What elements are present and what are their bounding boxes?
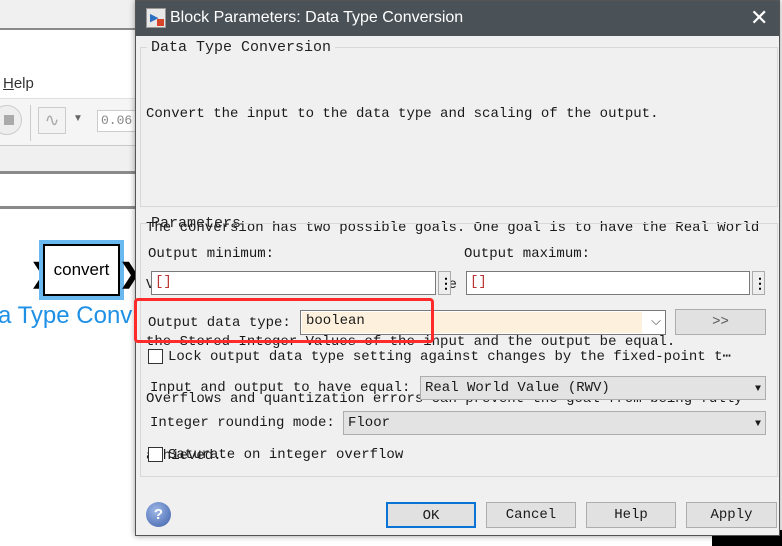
- more-options-icon[interactable]: ⋮: [752, 271, 767, 295]
- rounding-select[interactable]: Floor ▼: [343, 411, 766, 435]
- stop-time-input[interactable]: 0.06: [97, 110, 137, 132]
- dialog-title: Block Parameters: Data Type Conversion: [170, 9, 464, 26]
- simulink-block-icon: ▶: [146, 8, 166, 28]
- apply-button[interactable]: Apply: [686, 502, 777, 528]
- output-max-input[interactable]: []: [466, 271, 750, 295]
- dropdown-arrow-icon[interactable]: ▼: [755, 419, 761, 430]
- equal-label: Input and output to have equal:: [150, 380, 411, 396]
- rounding-label: Integer rounding mode:: [150, 415, 335, 431]
- model-window-titlebar: [0, 0, 140, 30]
- menu-bar: Help: [0, 30, 140, 92]
- output-min-label: Output minimum:: [148, 246, 275, 262]
- output-min-input[interactable]: []: [151, 271, 436, 295]
- more-options-icon[interactable]: ⋮: [438, 271, 453, 295]
- lock-checkbox[interactable]: [148, 349, 163, 364]
- block-name[interactable]: a Type Conv: [0, 302, 132, 330]
- help-button[interactable]: Help: [586, 502, 676, 528]
- toolbar: ∿ ▼ 0.06: [0, 98, 140, 146]
- menu-help[interactable]: Help: [3, 75, 34, 92]
- chevron-down-icon[interactable]: ⌵: [651, 313, 661, 329]
- dropdown-arrow-icon[interactable]: ▼: [755, 384, 761, 395]
- equal-select[interactable]: Real World Value (RWV) ▼: [420, 376, 766, 400]
- help-icon[interactable]: ?: [146, 502, 171, 527]
- saturate-label: Saturate on integer overflow: [168, 447, 404, 463]
- ok-button[interactable]: OK: [386, 502, 476, 528]
- data-type-assistant-button[interactable]: >>: [675, 309, 766, 335]
- output-max-label: Output maximum:: [464, 246, 591, 262]
- lock-label: Lock output data type setting against ch…: [168, 349, 731, 365]
- output-type-combo[interactable]: boolean ⌵: [300, 310, 666, 335]
- close-icon[interactable]: ✕: [750, 5, 768, 31]
- block-parameters-dialog: ▶ Block Parameters: Data Type Conversion…: [135, 0, 780, 536]
- section-title: Parameters: [151, 215, 242, 232]
- section-title: Data Type Conversion: [151, 39, 332, 56]
- stop-button[interactable]: [0, 105, 22, 135]
- cancel-button[interactable]: Cancel: [486, 502, 576, 528]
- saturate-checkbox[interactable]: [148, 447, 163, 462]
- dialog-titlebar: ▶ Block Parameters: Data Type Conversion…: [136, 1, 779, 36]
- dropdown-arrow-icon[interactable]: ▼: [73, 113, 83, 124]
- output-type-label: Output data type:: [148, 315, 291, 331]
- scope-icon[interactable]: ∿: [38, 107, 66, 134]
- data-type-conversion-block[interactable]: convert: [39, 240, 124, 300]
- address-bar: [0, 177, 140, 209]
